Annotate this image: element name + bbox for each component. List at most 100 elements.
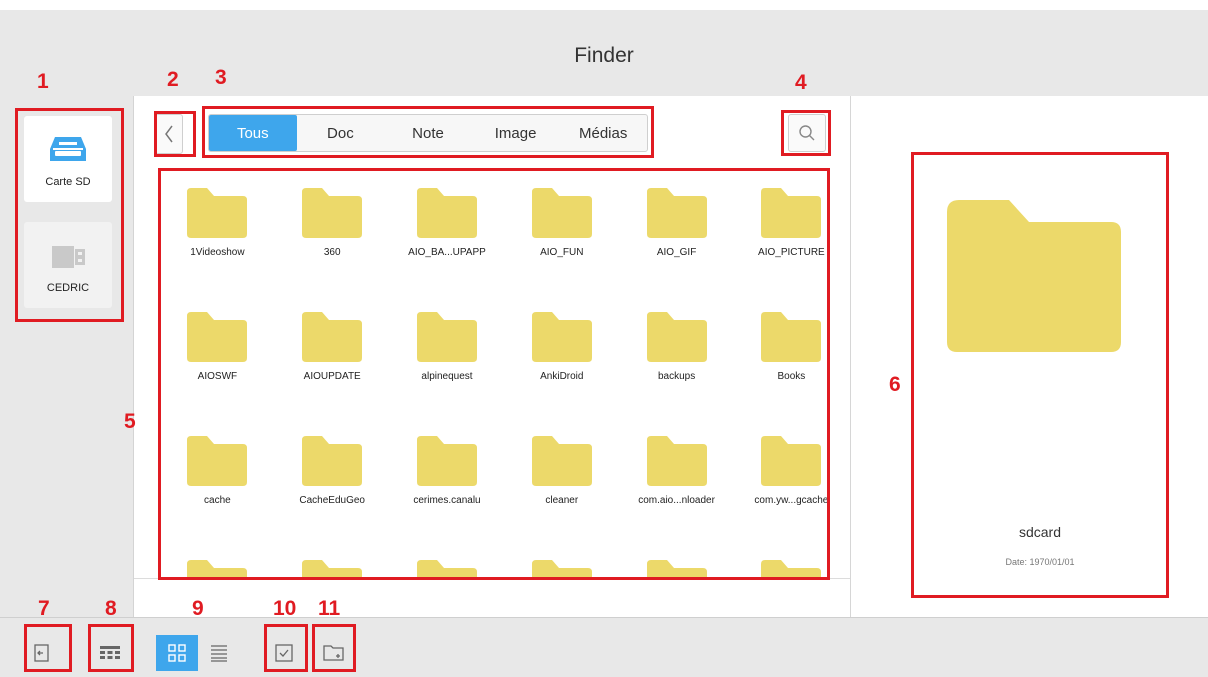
- detail-name: sdcard: [1018, 524, 1062, 540]
- folder-icon: [416, 560, 477, 580]
- folder-name: AIOSWF: [197, 371, 238, 382]
- folder-icon: [761, 436, 822, 486]
- folder-item[interactable]: AIOUPDATE: [275, 312, 390, 436]
- folder-icon: [531, 188, 592, 238]
- folder-item[interactable]: CacheEduGeo: [275, 436, 390, 560]
- folder-icon: [646, 312, 707, 362]
- divider: [134, 578, 850, 579]
- folder-icon: [531, 436, 592, 486]
- folder-name: cleaner: [545, 495, 579, 506]
- new-folder-button[interactable]: [316, 635, 352, 671]
- folder-icon: [761, 312, 822, 362]
- folder-name: CacheEduGeo: [299, 495, 365, 506]
- folder-item[interactable]: [734, 560, 830, 580]
- folder-item[interactable]: 1Videoshow: [160, 188, 275, 312]
- storage-grid-icon: [100, 646, 120, 659]
- tab-image[interactable]: Image: [472, 115, 560, 151]
- folder-item[interactable]: AIO_PICTURE: [734, 188, 830, 312]
- folder-name: cache: [204, 495, 231, 506]
- folder-icon: [531, 312, 592, 362]
- folder-item[interactable]: [504, 560, 619, 580]
- storage-view-button[interactable]: [92, 635, 128, 671]
- folder-item[interactable]: AnkiDroid: [504, 312, 619, 436]
- tab-tous[interactable]: Tous: [209, 115, 297, 151]
- new-folder-icon: [323, 645, 344, 661]
- tab-note[interactable]: Note: [384, 115, 472, 151]
- view-mode-toggle: [156, 635, 240, 671]
- folder-item[interactable]: [275, 560, 390, 580]
- folder-item[interactable]: 360: [275, 188, 390, 312]
- folder-name: alpinequest: [421, 371, 473, 382]
- folder-grid: 1Videoshow 360 AIO_BA...UPAPP AIO_FUN AIO_GI…: [160, 170, 830, 580]
- folder-name: Books: [777, 371, 806, 382]
- chevron-left-icon: [165, 125, 173, 143]
- folder-item[interactable]: AIO_BA...UPAPP: [390, 188, 505, 312]
- folder-icon: [416, 312, 477, 362]
- folder-item[interactable]: backups: [619, 312, 734, 436]
- usb-drive-icon: [52, 246, 85, 268]
- annotation-number-6: 6: [889, 373, 901, 396]
- exit-icon: [34, 644, 49, 662]
- folder-icon: [302, 312, 363, 362]
- annotation-number-7: 7: [38, 597, 50, 620]
- folder-icon: [761, 188, 822, 238]
- bottom-toolbar: [0, 617, 1208, 677]
- annotation-number-8: 8: [105, 597, 117, 620]
- folder-icon: [187, 436, 248, 486]
- exit-button[interactable]: [24, 635, 60, 671]
- folder-item[interactable]: cache: [160, 436, 275, 560]
- folder-icon: [187, 188, 248, 238]
- folder-item[interactable]: [619, 560, 734, 580]
- folder-icon: [416, 436, 477, 486]
- search-button[interactable]: [788, 114, 826, 152]
- folder-item[interactable]: AIOSWF: [160, 312, 275, 436]
- list-view-button[interactable]: [198, 635, 240, 671]
- annotation-number-9: 9: [192, 597, 204, 620]
- folder-icon: [646, 560, 707, 580]
- tab-medias[interactable]: Médias: [559, 115, 647, 151]
- folder-name: AIO_PICTURE: [758, 247, 825, 258]
- folder-name: AnkiDroid: [540, 371, 584, 382]
- device-usb-cedric[interactable]: CEDRIC: [24, 222, 112, 308]
- folder-name: AIO_FUN: [540, 247, 584, 258]
- annotation-number-11: 11: [318, 597, 341, 620]
- annotation-number-5: 5: [124, 410, 136, 433]
- folder-icon: [531, 560, 592, 580]
- folder-item[interactable]: cleaner: [504, 436, 619, 560]
- folder-item[interactable]: com.aio...nloader: [619, 436, 734, 560]
- detail-date: Date: 1970/01/01: [1005, 557, 1075, 567]
- tab-doc[interactable]: Doc: [297, 115, 385, 151]
- folder-item[interactable]: alpinequest: [390, 312, 505, 436]
- grid-view-button[interactable]: [156, 635, 198, 671]
- annotation-number-10: 10: [273, 597, 297, 620]
- folder-item[interactable]: AIO_GIF: [619, 188, 734, 312]
- folder-name: cerimes.canalu: [413, 495, 481, 506]
- annotation-number-2: 2: [167, 68, 179, 91]
- folder-icon: [302, 436, 363, 486]
- folder-icon: [947, 200, 1121, 352]
- back-button[interactable]: [155, 114, 183, 154]
- folder-item[interactable]: Books: [734, 312, 830, 436]
- search-icon: [799, 125, 815, 141]
- device-label: Carte SD: [45, 176, 91, 188]
- sd-card-icon: [50, 137, 86, 161]
- folder-item[interactable]: com.yw...gcache: [734, 436, 830, 560]
- folder-item[interactable]: [160, 560, 275, 580]
- select-checkbox-icon: [275, 644, 293, 662]
- select-button[interactable]: [266, 635, 302, 671]
- device-sidebar: Carte SD CEDRIC: [0, 96, 134, 617]
- folder-name: 1Videoshow: [190, 247, 245, 258]
- annotation-number-3: 3: [215, 66, 227, 89]
- folder-item[interactable]: AIO_FUN: [504, 188, 619, 312]
- folder-item[interactable]: [390, 560, 505, 580]
- folder-name: AIO_GIF: [656, 247, 697, 258]
- folder-item[interactable]: cerimes.canalu: [390, 436, 505, 560]
- annotation-number-1: 1: [37, 70, 49, 93]
- device-sd-card[interactable]: Carte SD: [24, 116, 112, 202]
- folder-icon: [646, 188, 707, 238]
- window-title: Finder: [574, 44, 634, 67]
- folder-icon: [646, 436, 707, 486]
- file-browser: Tous Doc Note Image Médias 1Videoshow 360…: [134, 96, 850, 617]
- finder-app: Finder Carte SD CEDRIC Tous Doc Note Ima…: [0, 0, 1208, 677]
- folder-grid-area: 1Videoshow 360 AIO_BA...UPAPP AIO_FUN AIO_GI…: [160, 170, 830, 580]
